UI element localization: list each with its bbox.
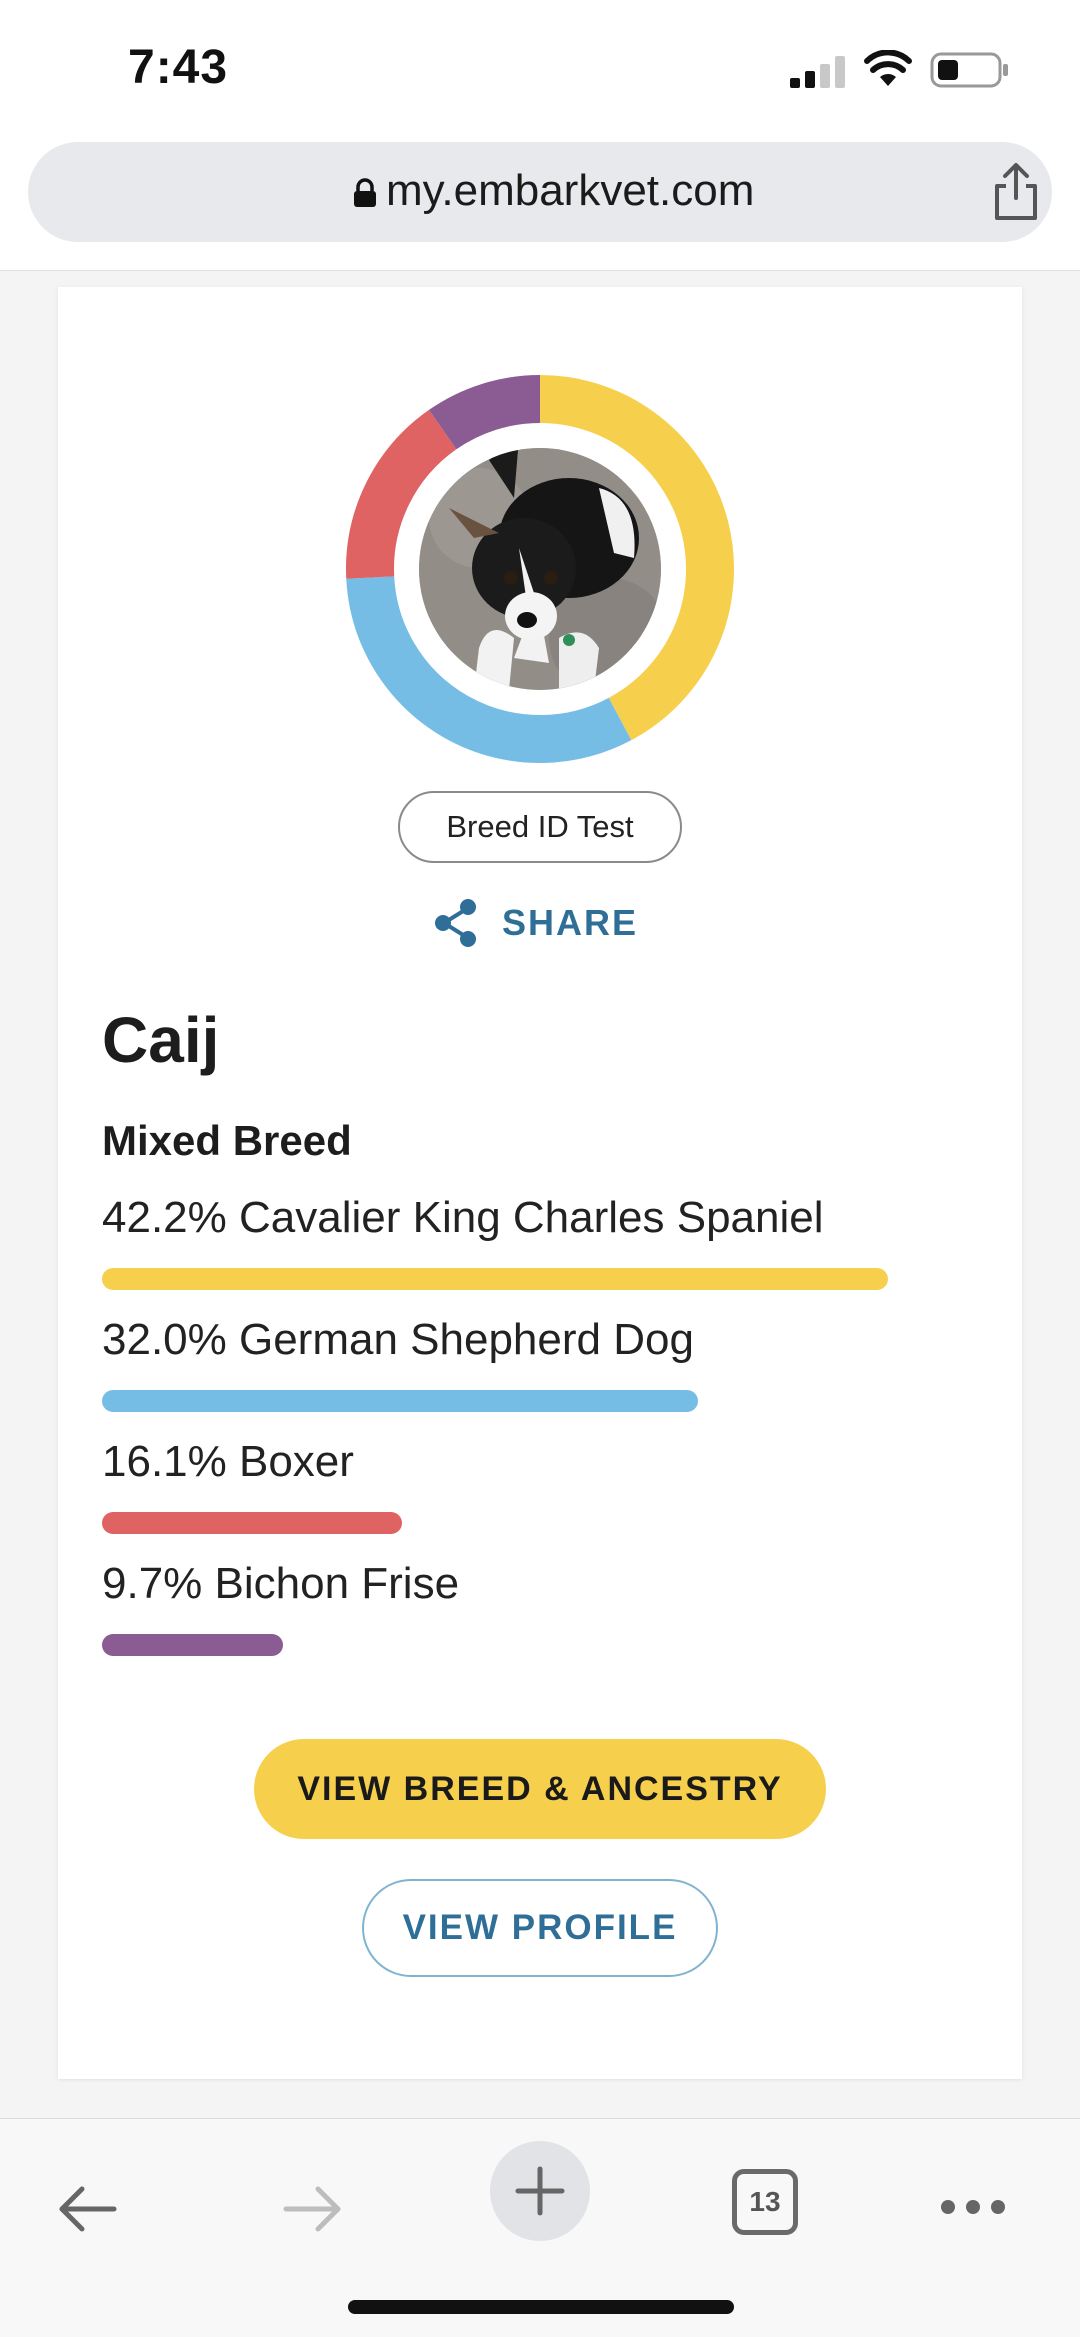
share-nodes-icon (435, 899, 476, 947)
breed-label: 32.0% German Shepherd Dog (102, 1315, 694, 1364)
lock-icon (354, 178, 376, 207)
breed-label: 16.1% Boxer (102, 1437, 354, 1486)
page-background: Breed ID Test SHARE Caij Mixed Breed 42.… (0, 270, 1080, 2118)
breed-percent-bar (102, 1512, 402, 1534)
browser-address-area: my.embarkvet.com (0, 130, 1080, 270)
donut-segment (428, 375, 541, 450)
url-text[interactable]: my.embarkvet.com (386, 166, 754, 216)
more-icon[interactable] (938, 2195, 1008, 2219)
breed-label: 9.7% Bichon Frise (102, 1559, 460, 1608)
breed-percent-bar (102, 1634, 283, 1656)
breed-label: 42.2% Cavalier King Charles Spaniel (102, 1193, 824, 1242)
view-breed-ancestry-button[interactable]: VIEW BREED & ANCESTRY (254, 1739, 826, 1839)
battery-icon (930, 52, 1008, 88)
status-time: 7:43 (128, 41, 229, 94)
status-bar: 7:43 (0, 0, 1080, 130)
breed-id-test-badge: Breed ID Test (398, 791, 682, 863)
cellular-signal-icon (790, 56, 845, 88)
forward-arrow-icon[interactable] (280, 2179, 346, 2239)
share-link[interactable]: SHARE (432, 895, 638, 951)
share-label[interactable]: SHARE (502, 902, 638, 944)
mix-label: Mixed Breed (102, 1117, 352, 1164)
tabs-count-button[interactable]: 13 (732, 2169, 798, 2235)
dog-summary-card: Breed ID Test SHARE Caij Mixed Breed 42.… (58, 287, 1022, 2079)
wifi-icon (864, 50, 912, 86)
view-profile-button[interactable]: VIEW PROFILE (362, 1879, 718, 1977)
back-arrow-icon[interactable] (54, 2179, 120, 2239)
dog-photo (419, 448, 661, 690)
new-tab-button[interactable] (490, 2141, 590, 2241)
share-icon[interactable] (988, 162, 1044, 222)
home-indicator (348, 2300, 734, 2314)
plus-icon (515, 2166, 565, 2216)
dog-name: Caij (102, 1004, 220, 1076)
address-bar[interactable]: my.embarkvet.com (28, 142, 1052, 242)
breed-percent-bar (102, 1390, 699, 1412)
breed-percent-bar (102, 1268, 888, 1290)
